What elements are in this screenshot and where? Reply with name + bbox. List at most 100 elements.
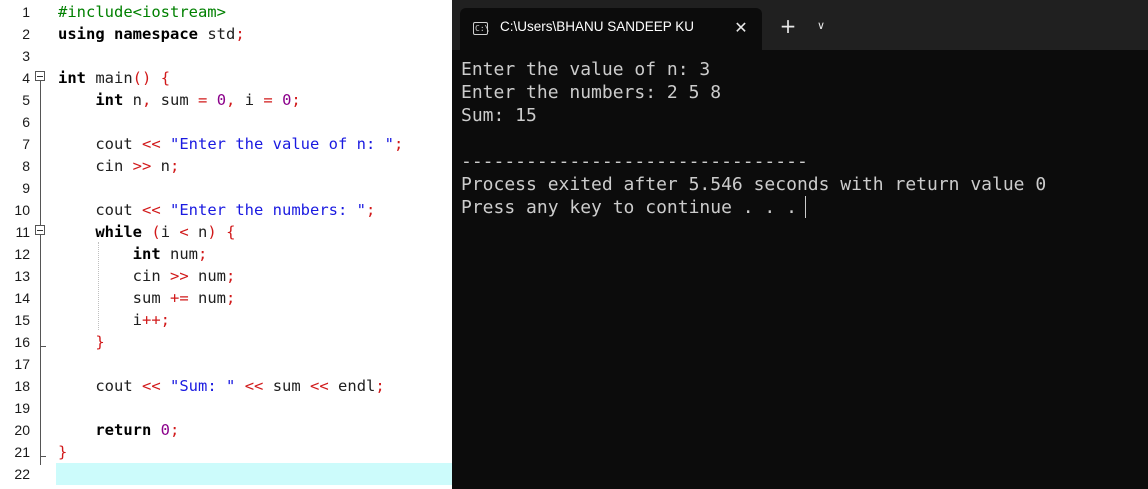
code-line[interactable]: 13 cin >> num; — [0, 265, 452, 287]
code-line[interactable]: 5 int n, sum = 0, i = 0; — [0, 89, 452, 111]
code-token: { — [160, 69, 171, 87]
code-token: ; — [365, 201, 376, 219]
code-line[interactable]: 6 — [0, 111, 452, 133]
code-token: n — [151, 157, 170, 175]
current-line-highlight — [56, 463, 452, 485]
code-line[interactable]: 17 — [0, 353, 452, 375]
code-line[interactable]: 3 — [0, 45, 452, 67]
close-icon[interactable]: ✕ — [730, 17, 752, 39]
terminal-tab[interactable]: C:\ C:\Users\BHANU SANDEEP KU ✕ — [460, 8, 762, 50]
code-token: ; — [375, 377, 385, 395]
code-line[interactable]: 11 while (i < n) { — [0, 221, 452, 243]
code-token: cout — [58, 201, 142, 219]
chevron-down-icon[interactable]: ∨ — [814, 19, 828, 33]
line-number: 6 — [22, 114, 30, 130]
terminal-output-line: Enter the numbers: 2 5 8 — [461, 81, 721, 104]
code-line[interactable]: 15 i++; — [0, 309, 452, 331]
code-token: using namespace — [58, 25, 198, 43]
code-token: num — [188, 289, 226, 307]
code-token: 0 — [216, 91, 227, 109]
code-token: i — [235, 91, 264, 109]
code-text: int main() { — [58, 67, 170, 89]
code-line[interactable]: 22 — [0, 463, 452, 485]
code-text: cout << "Enter the numbers: "; — [58, 199, 375, 221]
line-number: 21 — [14, 444, 30, 460]
code-token: ; — [225, 267, 236, 285]
code-token: num — [188, 267, 226, 285]
code-token: << — [142, 377, 161, 395]
code-token: cout — [58, 135, 142, 153]
code-token: cin — [58, 157, 133, 175]
code-token: n — [188, 223, 208, 241]
code-token: cin — [58, 267, 170, 285]
code-text: cin >> n; — [58, 155, 179, 177]
code-line[interactable]: 4 int main() { — [0, 67, 452, 89]
code-line[interactable]: 10 cout << "Enter the numbers: "; — [0, 199, 452, 221]
terminal-output-text: Press any key to continue . . . — [461, 197, 797, 218]
code-text: using namespace std; — [58, 23, 245, 45]
terminal-window[interactable]: C:\ C:\Users\BHANU SANDEEP KU ✕ + ∨ Ente… — [452, 0, 1148, 489]
code-token: sum — [263, 377, 311, 395]
code-line[interactable]: 7 cout << "Enter the value of n: "; — [0, 133, 452, 155]
terminal-output-text: -------------------------------- — [461, 151, 808, 172]
code-token: sum — [58, 289, 170, 307]
code-text: int n, sum = 0, i = 0; — [58, 89, 300, 111]
code-token: i — [58, 311, 142, 329]
code-line[interactable]: 21} — [0, 441, 452, 463]
line-number: 13 — [14, 268, 30, 284]
line-number: 1 — [22, 4, 30, 20]
text-cursor — [804, 196, 806, 218]
code-line[interactable]: 9 — [0, 177, 452, 199]
terminal-output-line: Process exited after 5.546 seconds with … — [461, 173, 1046, 196]
code-token: int — [58, 69, 86, 87]
code-token: n — [123, 91, 142, 109]
code-token: += — [169, 289, 189, 307]
code-token: cout — [58, 377, 142, 395]
new-tab-button[interactable]: + — [778, 16, 798, 36]
code-line[interactable]: 19 — [0, 397, 452, 419]
fold-toggle-main[interactable] — [35, 71, 45, 81]
code-line[interactable]: 20 return 0; — [0, 419, 452, 441]
code-token: ++; — [142, 311, 170, 329]
code-token: } — [95, 333, 105, 351]
code-token: 0 — [160, 421, 171, 439]
line-number: 16 — [14, 334, 30, 350]
code-token: << — [244, 377, 264, 395]
fold-toggle-while[interactable] — [35, 225, 45, 235]
code-token: = — [198, 91, 208, 109]
code-token: << — [142, 201, 161, 219]
code-line[interactable]: 8 cin >> n; — [0, 155, 452, 177]
code-line[interactable]: 18 cout << "Sum: " << sum << endl; — [0, 375, 452, 397]
tab-title: C:\Users\BHANU SANDEEP KU — [500, 19, 695, 34]
code-token: ; — [170, 157, 180, 175]
code-text: while (i < n) { — [58, 221, 235, 243]
code-token: ; — [393, 135, 404, 153]
code-line[interactable]: 2 using namespace std; — [0, 23, 452, 45]
code-line[interactable]: 12 int num; — [0, 243, 452, 265]
line-number: 2 — [22, 26, 30, 42]
line-number: 3 — [22, 48, 30, 64]
code-line[interactable]: 1 #include<iostream> — [0, 1, 452, 23]
code-line[interactable]: 16 } — [0, 331, 452, 353]
code-token: , — [226, 91, 236, 109]
code-line[interactable]: 14 sum += num; — [0, 287, 452, 309]
code-text: cout << "Enter the value of n: "; — [58, 133, 403, 155]
terminal-output-text: Process exited after 5.546 seconds with … — [461, 174, 1047, 195]
code-token: "Enter the value of n: " — [170, 135, 394, 153]
code-editor[interactable]: 1 #include<iostream> 2 using namespace std;… — [0, 0, 452, 489]
code-text: return 0; — [58, 419, 179, 441]
code-text: int num; — [58, 243, 208, 265]
code-token: main — [86, 69, 133, 87]
code-token: << — [142, 135, 161, 153]
code-token: >> — [132, 157, 152, 175]
code-token: ( — [151, 223, 161, 241]
